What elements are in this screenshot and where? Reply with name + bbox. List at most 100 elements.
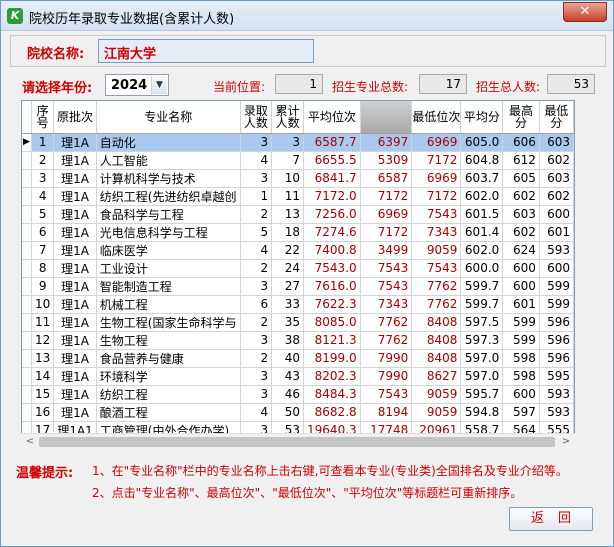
major-name-cell[interactable]: 计算机科学与技术: [96, 169, 241, 188]
major-name-cell[interactable]: 人工智能: [96, 151, 241, 170]
row-indicator: [22, 277, 33, 296]
header-blank[interactable]: [360, 101, 413, 134]
header-min-score[interactable]: 最低分: [539, 101, 574, 134]
close-button[interactable]: ✕: [563, 2, 607, 22]
table-cell: 38: [271, 331, 305, 350]
table-row[interactable]: ▶ 1 理1A 自动化 3 3 6587.7 6397 6969 605.0 606 603: [22, 133, 574, 152]
table-cell: 8: [31, 259, 55, 278]
table-cell: 600.0: [460, 259, 504, 278]
table-row[interactable]: 16 理1A 酿酒工程 4 50 8682.8 8194 9059 594.8 597 593: [22, 403, 574, 422]
table-cell: 593: [539, 385, 574, 404]
major-name-cell[interactable]: 临床医学: [96, 241, 241, 260]
table-cell: 27: [271, 277, 305, 296]
major-name-cell[interactable]: 自动化: [96, 133, 241, 152]
table-cell: 理1A: [53, 403, 97, 422]
row-indicator: [22, 331, 33, 350]
table-row[interactable]: 7 理1A 临床医学 4 22 7400.8 3499 9059 602.0 624 593: [22, 241, 574, 260]
major-name-cell[interactable]: 光电信息科学与工程: [96, 223, 241, 242]
school-name-field[interactable]: 江南大学: [98, 39, 314, 63]
header-max-score[interactable]: 最高分: [502, 101, 540, 134]
table-cell: 理1A: [53, 169, 97, 188]
table-cell: 603: [502, 205, 540, 224]
table-cell: 理1A: [53, 259, 97, 278]
header-admitted-count[interactable]: 录取人数: [240, 101, 273, 134]
table-cell: 602.0: [460, 187, 504, 206]
major-name-cell[interactable]: 纺织工程: [96, 385, 241, 404]
table-cell: 3: [240, 331, 273, 350]
major-name-cell[interactable]: 工业设计: [96, 259, 241, 278]
header-avg-rank[interactable]: 平均位次: [303, 101, 361, 134]
table-row[interactable]: 13 理1A 食品营养与健康 2 40 8199.0 7990 8408 597.0 598 596: [22, 349, 574, 368]
header-cumulative-count[interactable]: 累计人数: [271, 101, 305, 134]
table-row[interactable]: 8 理1A 工业设计 2 24 7543.0 7543 7543 600.0 600 600: [22, 259, 574, 278]
header-batch[interactable]: 原批次: [53, 101, 97, 134]
table-row[interactable]: 2 理1A 人工智能 4 7 6655.5 5309 7172 604.8 612 602: [22, 151, 574, 170]
table-cell: 7172.0: [303, 187, 361, 206]
row-indicator-header: [22, 101, 33, 134]
table-cell: 7762: [360, 331, 413, 350]
table-cell: 8484.3: [303, 385, 361, 404]
table-row[interactable]: 4 理1A 纺织工程(先进纺织卓越创 1 11 7172.0 7172 7172 602.0 60…: [22, 187, 574, 206]
horizontal-scrollbar[interactable]: < >: [21, 433, 575, 449]
table-row[interactable]: 12 理1A 生物工程 3 38 8121.3 7762 8408 597.3 599 596: [22, 331, 574, 350]
header-min-rank[interactable]: 最低位次: [411, 101, 462, 134]
tips-title: 温馨提示:: [16, 466, 74, 481]
major-name-cell[interactable]: 食品营养与健康: [96, 349, 241, 368]
table-row[interactable]: 10 理1A 机械工程 6 33 7622.3 7343 7762 599.7 601 599: [22, 295, 574, 314]
table-row[interactable]: 11 理1A 生物工程(国家生命科学与 2 35 8085.0 7762 8408 597.5 5…: [22, 313, 574, 332]
major-name-cell[interactable]: 酿酒工程: [96, 403, 241, 422]
header-major-name[interactable]: 专业名称: [96, 101, 241, 134]
chevron-down-icon[interactable]: ▼: [151, 76, 167, 94]
table-cell: 13: [31, 349, 55, 368]
scroll-left-icon[interactable]: <: [23, 435, 37, 449]
app-logo-icon: K: [7, 8, 23, 24]
major-name-cell[interactable]: 纺织工程(先进纺织卓越创: [96, 187, 241, 206]
back-button[interactable]: 返回: [509, 507, 593, 531]
table-cell: 599.7: [460, 295, 504, 314]
table-cell: 10: [271, 169, 305, 188]
major-name-cell[interactable]: 机械工程: [96, 295, 241, 314]
table-row[interactable]: 3 理1A 计算机科学与技术 3 10 6841.7 6587 6969 603.7 605 603: [22, 169, 574, 188]
table-cell: 7990: [360, 367, 413, 386]
majors-data-grid[interactable]: 序号 原批次 专业名称 录取人数 累计人数 平均位次 最低位次 平均分 最高分 最低分 ▶ 1 理1A…: [21, 100, 575, 449]
table-cell: 8408: [411, 313, 462, 332]
major-name-cell[interactable]: 食品科学与工程: [96, 205, 241, 224]
header-avg-score[interactable]: 平均分: [460, 101, 504, 134]
scrollbar-thumb[interactable]: [39, 437, 555, 447]
table-cell: 2: [240, 205, 273, 224]
tip-line-1: 1、在"专业名称"栏中的专业名称上击右键,可查看本专业(专业类)全国排名及专业介…: [92, 464, 568, 478]
table-cell: 599: [539, 277, 574, 296]
table-cell: 605: [502, 169, 540, 188]
table-row[interactable]: 9 理1A 智能制造工程 3 27 7616.0 7543 7762 599.7 600 599: [22, 277, 574, 296]
table-cell: 612: [502, 151, 540, 170]
table-cell: 9059: [411, 385, 462, 404]
total-people-value: 53: [547, 74, 595, 94]
table-cell: 593: [539, 403, 574, 422]
table-row[interactable]: 5 理1A 食品科学与工程 2 13 7256.0 6969 7543 601.5 603 600: [22, 205, 574, 224]
table-cell: 602: [502, 187, 540, 206]
table-cell: 33: [271, 295, 305, 314]
table-cell: 6969: [360, 205, 413, 224]
major-name-cell[interactable]: 智能制造工程: [96, 277, 241, 296]
table-cell: 9059: [411, 403, 462, 422]
major-name-cell[interactable]: 生物工程(国家生命科学与: [96, 313, 241, 332]
title-bar: K 院校历年录取专业数据(含累计人数) ✕: [1, 1, 613, 31]
table-cell: 7172: [411, 187, 462, 206]
header-index[interactable]: 序号: [31, 101, 55, 134]
table-cell: 11: [31, 313, 55, 332]
table-row[interactable]: 15 理1A 纺织工程 3 46 8484.3 7543 9059 595.7 600 593: [22, 385, 574, 404]
table-cell: 7990: [360, 349, 413, 368]
table-cell: 7172: [360, 187, 413, 206]
major-name-cell[interactable]: 环境科学: [96, 367, 241, 386]
table-row[interactable]: 14 理1A 环境科学 3 43 8202.3 7990 8627 597.0 598 595: [22, 367, 574, 386]
table-row[interactable]: 6 理1A 光电信息科学与工程 5 18 7274.6 7172 7343 601.4 602 60…: [22, 223, 574, 242]
major-name-cell[interactable]: 生物工程: [96, 331, 241, 350]
year-select[interactable]: 2024 ▼: [105, 74, 169, 96]
table-cell: 16: [31, 403, 55, 422]
scroll-right-icon[interactable]: >: [559, 435, 573, 449]
table-cell: 2: [31, 151, 55, 170]
table-cell: 600: [502, 385, 540, 404]
table-cell: 598: [502, 367, 540, 386]
current-position-label: 当前位置:: [213, 80, 266, 94]
row-indicator: ▶: [22, 133, 33, 152]
